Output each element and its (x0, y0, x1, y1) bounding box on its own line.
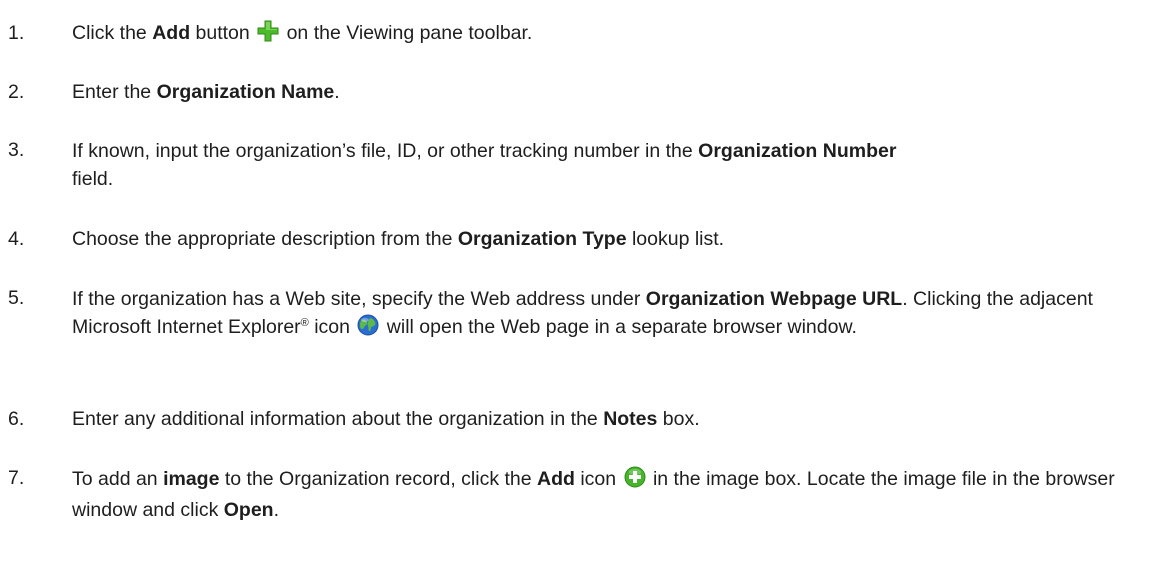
step-text-run: on the Viewing pane toolbar. (281, 22, 533, 44)
ui-term: Open (223, 499, 274, 521)
step-text-run: Enter the (72, 81, 157, 103)
step-text-run: Choose the appropriate description from … (72, 228, 458, 250)
step-text-run: If known, input the organization’s file,… (72, 140, 699, 162)
step-text-run: icon (574, 468, 622, 490)
step-number: 2. (8, 81, 25, 103)
ui-term: Notes (603, 408, 658, 430)
step-text: If known, input the organization’s file,… (72, 137, 902, 193)
step-text: Choose the appropriate description from … (72, 226, 1152, 252)
step-text-run: Enter any additional information about t… (72, 408, 604, 430)
step-text: If the organization has a Web site, spec… (72, 285, 1152, 344)
step-text-run: box. (657, 408, 700, 430)
ui-term: Organization Type (457, 228, 627, 250)
green-plus-icon (257, 20, 279, 49)
step-number: 1. (8, 22, 25, 44)
step-number: 4. (8, 228, 25, 250)
step-text-run: to the Organization record, click the (219, 468, 538, 490)
step-text-run: icon (308, 316, 356, 338)
step-text: Enter the Organization Name. (72, 79, 1152, 105)
step-text-run: Click the (72, 22, 153, 44)
ui-term: Organization Number (698, 140, 897, 162)
step-text-run: To add an (72, 468, 164, 490)
ui-term: Add (537, 468, 575, 490)
step-text-run: will open the Web page in a separate bro… (381, 316, 857, 338)
ui-term: Add (152, 22, 191, 44)
step-number: 6. (8, 408, 25, 430)
step-text: Click the Add button on the Viewing pane… (72, 20, 1152, 49)
step-text: Enter any additional information about t… (72, 406, 1152, 432)
ui-term: image (163, 468, 220, 490)
step-text-run: If the organization has a Web site, spec… (72, 288, 646, 310)
step-text: To add an image to the Organization reco… (72, 465, 1152, 524)
step-number: 3. (8, 139, 25, 161)
globe-icon (357, 314, 379, 344)
green-circle-plus-icon (624, 466, 646, 496)
registered-mark: ® (300, 317, 309, 329)
step-text-run: lookup list. (626, 228, 725, 250)
step-text-run: field. (72, 168, 114, 190)
step-text-run: . (334, 81, 340, 103)
step-number: 5. (8, 287, 25, 309)
step-number: 7. (8, 467, 25, 489)
step-text-run: button (190, 22, 256, 44)
ui-term: Organization Name (156, 81, 335, 103)
ui-term: Organization Webpage URL (645, 288, 903, 310)
step-text-run: . (273, 499, 279, 521)
